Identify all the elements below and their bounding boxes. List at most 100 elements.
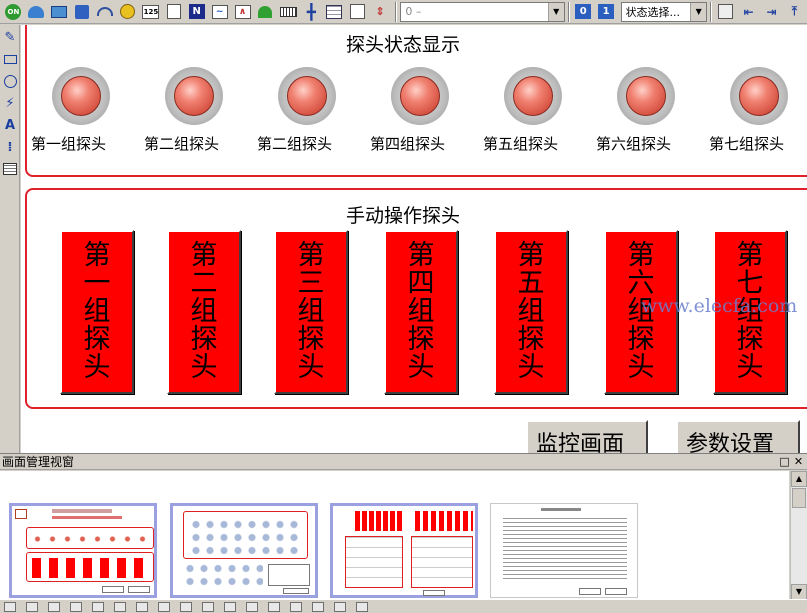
scroll-up-icon[interactable]: ▲ bbox=[791, 471, 807, 487]
screen-thumbnail-parameters[interactable] bbox=[330, 503, 478, 598]
probe-lamp-6[interactable] bbox=[617, 67, 675, 125]
panel-icon[interactable] bbox=[49, 2, 70, 22]
probe-lamp-5[interactable] bbox=[504, 67, 562, 125]
table-icon[interactable] bbox=[324, 2, 345, 22]
status-tool-icon[interactable] bbox=[334, 601, 346, 612]
thumb-lamps bbox=[30, 536, 150, 542]
screen-manager-titlebar: 画面管理视窗 □ ✕ bbox=[0, 454, 807, 470]
status-tool-icon[interactable] bbox=[224, 601, 236, 612]
on-icon[interactable]: ON bbox=[3, 2, 24, 22]
design-canvas[interactable]: 探头状态显示 第一组探头 第二组探头 第二组探头 第四组探头 第五组探头 第六组… bbox=[21, 25, 807, 453]
status-tool-icon[interactable] bbox=[202, 601, 214, 612]
thumb-nav-button bbox=[579, 588, 601, 595]
grid-dots-icon[interactable]: ⁞ bbox=[1, 137, 19, 157]
status-tool-icon[interactable] bbox=[180, 601, 192, 612]
layer-combo-value: 0 – bbox=[405, 5, 422, 18]
table-tool-icon[interactable] bbox=[1, 159, 19, 179]
scroll-thumb[interactable] bbox=[792, 488, 806, 508]
bottom-status-toolbar bbox=[0, 599, 807, 613]
probe-group-1-button[interactable]: 第一组探头 bbox=[60, 230, 134, 394]
status-tool-icon[interactable] bbox=[246, 601, 258, 612]
lamp-light bbox=[739, 76, 779, 116]
probe-status-title: 探头状态显示 bbox=[346, 34, 461, 56]
properties-icon[interactable] bbox=[715, 2, 736, 22]
n-icon[interactable]: N bbox=[186, 2, 207, 22]
status-tool-icon[interactable] bbox=[158, 601, 170, 612]
status-tool-icon[interactable] bbox=[26, 601, 38, 612]
lamp-label-7: 第七组探头 bbox=[709, 135, 785, 153]
polyline-icon[interactable]: ⚡ bbox=[1, 93, 19, 113]
status-tool-icon[interactable] bbox=[312, 601, 324, 612]
status-tool-icon[interactable] bbox=[290, 601, 302, 612]
probe-lamp-2[interactable] bbox=[165, 67, 223, 125]
tank-icon[interactable] bbox=[72, 2, 93, 22]
pencil-icon[interactable]: ✎ bbox=[1, 27, 19, 47]
align-left-icon[interactable]: ⇤ bbox=[738, 2, 759, 22]
slider-icon[interactable]: ╋ bbox=[301, 2, 322, 22]
thumb-text-title bbox=[541, 508, 581, 511]
layer-combo[interactable]: 0 – ▼ bbox=[400, 1, 565, 22]
align-right-icon[interactable]: ⇥ bbox=[761, 2, 782, 22]
one-button[interactable]: 1 bbox=[596, 2, 617, 22]
chevron-down-icon[interactable]: ▼ bbox=[547, 2, 564, 21]
button-label: 第五组探头 bbox=[517, 240, 545, 383]
status-tool-icon[interactable] bbox=[70, 601, 82, 612]
thumb-header-bar bbox=[52, 509, 112, 513]
close-icon[interactable]: ✕ bbox=[792, 455, 805, 468]
manual-operation-title: 手动操作探头 bbox=[346, 205, 461, 227]
thumb-param-table-left bbox=[345, 536, 403, 588]
probe-lamp-1[interactable] bbox=[52, 67, 110, 125]
document-icon[interactable] bbox=[163, 2, 184, 22]
status-tool-icon[interactable] bbox=[114, 601, 126, 612]
curve-icon[interactable]: ~ bbox=[209, 2, 230, 22]
probe-lamp-4[interactable] bbox=[391, 67, 449, 125]
probe-group-4-button[interactable]: 第四组探头 bbox=[384, 230, 458, 394]
numeric-icon[interactable]: 125 bbox=[140, 2, 161, 22]
chevron-down-icon[interactable]: ▼ bbox=[690, 2, 707, 21]
indicator-light-icon[interactable] bbox=[118, 2, 139, 22]
probe-group-3-button[interactable]: 第三组探头 bbox=[274, 230, 348, 394]
status-tool-icon[interactable] bbox=[92, 601, 104, 612]
home-icon bbox=[15, 509, 27, 519]
status-tool-icon[interactable] bbox=[268, 601, 280, 612]
status-tool-icon[interactable] bbox=[48, 601, 60, 612]
vertical-scrollbar[interactable]: ▲ ▼ bbox=[790, 471, 807, 600]
lamp-label-5: 第五组探头 bbox=[483, 135, 559, 153]
probe-lamp-3[interactable] bbox=[278, 67, 336, 125]
screen-thumbnail-monitor[interactable] bbox=[170, 503, 318, 598]
gauge-icon[interactable] bbox=[95, 2, 116, 22]
calendar-icon[interactable] bbox=[347, 2, 368, 22]
state-select[interactable]: 状态选择... ▼ bbox=[620, 1, 708, 22]
lamp-light bbox=[174, 76, 214, 116]
monitor-screen-button[interactable]: 监控画面 bbox=[526, 420, 648, 453]
probe-group-5-button[interactable]: 第五组探头 bbox=[494, 230, 568, 394]
dial-icon[interactable] bbox=[26, 2, 47, 22]
scroll-down-icon[interactable]: ▼ bbox=[791, 584, 807, 600]
parameter-settings-button[interactable]: 参数设置 bbox=[676, 420, 800, 453]
screen-thumbnail-help[interactable] bbox=[490, 503, 638, 598]
thumb-lamp-row bbox=[183, 562, 263, 586]
rectangle-icon[interactable] bbox=[1, 49, 19, 69]
restore-icon[interactable]: □ bbox=[778, 455, 791, 468]
probe-lamp-7[interactable] bbox=[730, 67, 788, 125]
lamp-light bbox=[61, 76, 101, 116]
thumb-lamp-grid bbox=[189, 518, 304, 556]
screen-thumbnail-main[interactable] bbox=[9, 503, 157, 598]
watermark-text: www.elecfa.com bbox=[641, 295, 798, 317]
button-label: 第二组探头 bbox=[190, 240, 218, 383]
up-down-icon[interactable]: ⇕ bbox=[370, 2, 391, 22]
status-tool-icon[interactable] bbox=[356, 601, 368, 612]
status-tool-icon[interactable] bbox=[136, 601, 148, 612]
status-tool-icon[interactable] bbox=[4, 601, 16, 612]
trend-icon[interactable]: ∧ bbox=[232, 2, 253, 22]
zero-button[interactable]: 0 bbox=[573, 2, 594, 22]
alarm-icon[interactable] bbox=[255, 2, 276, 22]
ellipse-icon[interactable] bbox=[1, 71, 19, 91]
align-top-icon[interactable]: ⤒ bbox=[784, 2, 805, 22]
button-label: 第四组探头 bbox=[407, 240, 435, 383]
keyboard-icon[interactable] bbox=[278, 2, 299, 22]
thumb-nav-button bbox=[128, 586, 150, 593]
drawing-toolbox: ✎ ⚡ A ⁞ bbox=[0, 25, 20, 453]
text-icon[interactable]: A bbox=[1, 115, 19, 135]
probe-group-2-button[interactable]: 第二组探头 bbox=[167, 230, 241, 394]
